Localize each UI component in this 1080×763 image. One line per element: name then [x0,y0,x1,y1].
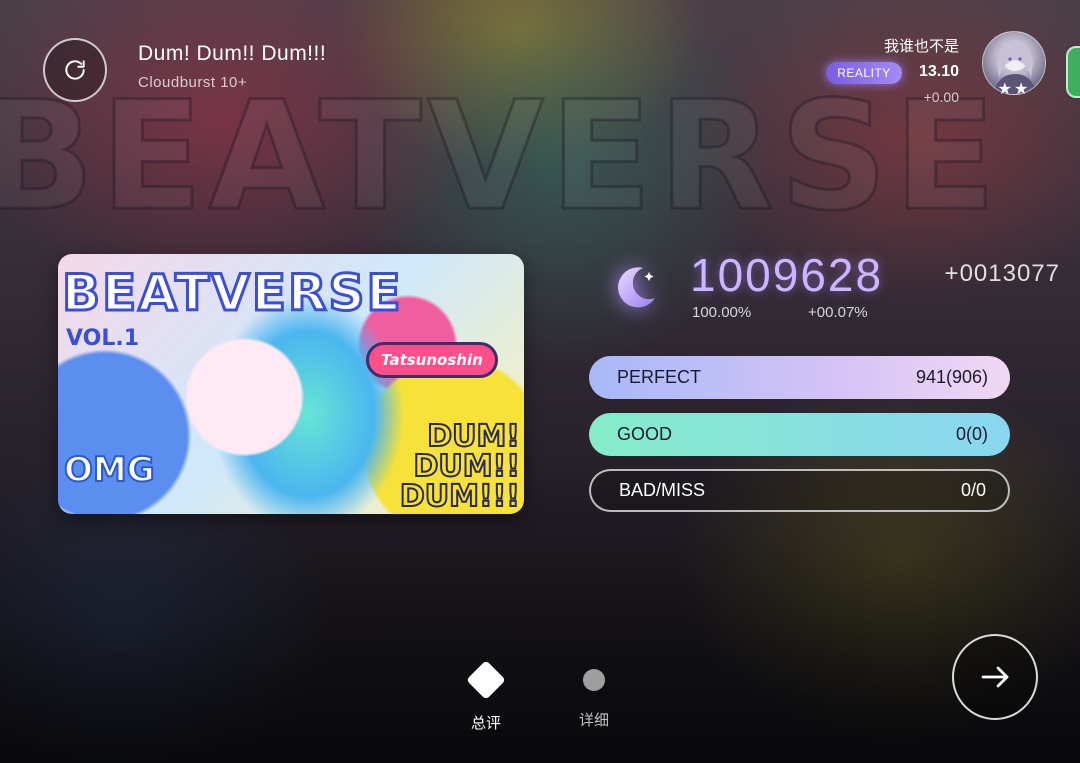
score-delta: +0013077 [944,260,1060,287]
rank-badge: REALITY [826,62,902,84]
next-button[interactable] [952,634,1038,720]
ranking-score-delta: +0.00 [923,89,959,105]
side-menu-tab[interactable] [1066,46,1080,98]
judgement-label: BAD/MISS [619,480,706,500]
dot-icon [583,669,605,691]
judgement-good-row: GOOD 0(0) [589,413,1010,456]
accuracy-delta: +00.07% [808,304,868,321]
arrow-right-icon [981,666,1009,688]
cover-volume: VOL.1 [66,326,140,351]
tab-summary[interactable]: 总评 [463,660,509,733]
judgement-value: 0/0 [960,480,986,500]
judgement-perfect-row: PERFECT 941(906) [589,356,1010,399]
player-name: 我谁也不是 [883,37,959,55]
ranking-score: 13.10 [918,63,959,80]
tab-detail[interactable]: 详细 [571,660,617,730]
judgement-label: PERFECT [617,367,702,387]
accuracy: 100.00% [692,304,752,321]
song-cover-art: BEATVERSE VOL.1 Tatsunoshin OMG DUM! DUM… [58,254,524,514]
judgement-value: 941(906) [915,367,988,387]
refresh-icon [65,60,85,80]
diamond-icon [466,660,506,700]
judgement-value: 0(0) [955,424,988,444]
song-title: Dum! Dum!! Dum!!! [138,42,327,65]
judgement-bad-miss-row: BAD/MISS 0/0 [589,469,1010,512]
tab-summary-label: 总评 [470,714,501,732]
cover-dum-text: DUM! DUM!! DUM!!! [399,419,521,514]
score: 1009628 [690,249,884,301]
tab-detail-label: 详细 [578,711,609,729]
cover-artist-tag: Tatsunoshin [366,342,498,378]
cover-title: BEATVERSE [61,263,403,324]
song-difficulty: Cloudburst 10+ [138,74,248,91]
retry-button[interactable] [43,38,107,102]
cover-omg-text: OMG [63,449,156,491]
avatar-stars: ★★ [997,79,1031,98]
crescent-moon-icon [607,260,663,316]
judgement-label: GOOD [617,424,673,444]
